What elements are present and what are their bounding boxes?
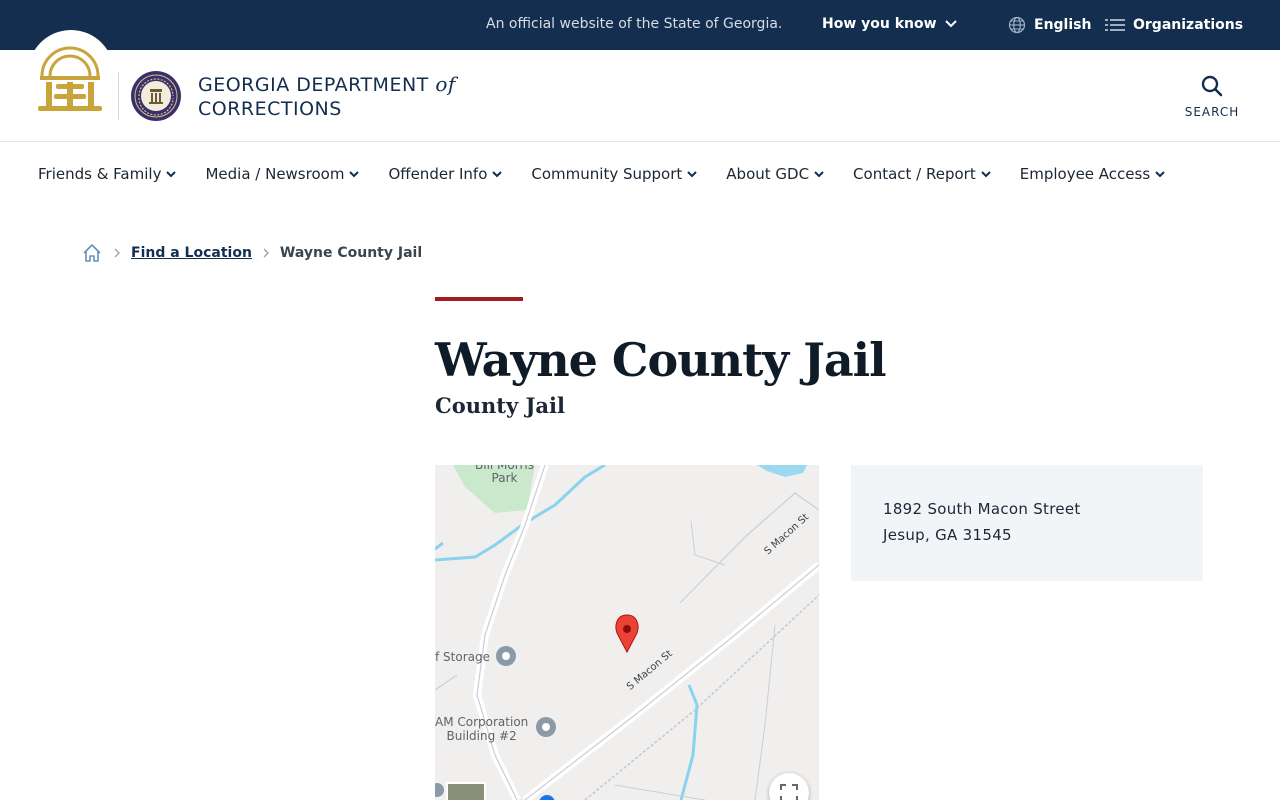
- title-accent-rule: [435, 297, 523, 301]
- chevron-down-icon: [492, 171, 503, 178]
- breadcrumb: Find a Location Wayne County Jail: [81, 241, 422, 265]
- map-fullscreen-button[interactable]: [769, 773, 809, 800]
- chevron-down-icon: [981, 171, 991, 178]
- gdc-department-seal[interactable]: [130, 70, 182, 122]
- nav-label: About GDC: [726, 165, 810, 183]
- nav-offender-info[interactable]: Offender Info: [388, 165, 503, 183]
- logo-divider: [118, 72, 119, 120]
- georgia-state-seal-logo[interactable]: [36, 40, 104, 116]
- nav-label: Employee Access: [1019, 165, 1151, 183]
- dept-name-line2: CORRECTIONS: [198, 98, 342, 120]
- list-icon: [1105, 19, 1125, 31]
- search-icon: [1201, 75, 1223, 97]
- fullscreen-icon: [780, 784, 798, 800]
- nav-label: Contact / Report: [853, 165, 976, 183]
- page-subtitle: County Jail: [435, 393, 565, 418]
- chevron-down-icon: [166, 171, 177, 178]
- chevron-right-icon: [114, 248, 120, 258]
- corporation-poi-icon: [536, 717, 556, 737]
- organizations-label: Organizations: [1133, 17, 1244, 33]
- nav-label: Media / Newsroom: [205, 165, 345, 183]
- location-map[interactable]: Bill Morris Park f Storage AM Corporatio…: [435, 465, 819, 800]
- nav-about-gdc[interactable]: About GDC: [726, 165, 825, 183]
- language-label: English: [1034, 17, 1092, 33]
- main-navigation: Friends & Family Media / Newsroom Offend…: [38, 160, 1166, 188]
- chevron-down-icon: [349, 171, 360, 178]
- nav-community-support[interactable]: Community Support: [531, 165, 698, 183]
- department-name[interactable]: GEORGIA DEPARTMENT of CORRECTIONS: [198, 72, 456, 121]
- chevron-right-icon: [263, 248, 269, 258]
- home-icon[interactable]: [81, 242, 103, 264]
- storage-poi-icon: [496, 646, 516, 666]
- map-label-corporation: AM Corporation Building #2: [435, 715, 529, 743]
- search-button[interactable]: SEARCH: [1178, 72, 1246, 124]
- search-label: SEARCH: [1184, 105, 1240, 119]
- address-card: 1892 South Macon Street Jesup, GA 31545: [851, 465, 1203, 581]
- map-label-storage: f Storage: [435, 650, 490, 664]
- map-base-layer: [435, 465, 819, 800]
- nav-media-newsroom[interactable]: Media / Newsroom: [205, 165, 360, 183]
- map-label-park: Bill Morris Park: [475, 465, 534, 485]
- language-selector[interactable]: English: [1008, 15, 1091, 35]
- nav-employee-access[interactable]: Employee Access: [1020, 165, 1166, 183]
- address-line2: Jesup, GA 31545: [883, 526, 1012, 544]
- dept-name-line1: GEORGIA DEPARTMENT: [198, 74, 429, 96]
- chevron-down-icon: [1155, 171, 1165, 178]
- nav-friends-family[interactable]: Friends & Family: [38, 165, 177, 183]
- nav-contact-report[interactable]: Contact / Report: [853, 165, 992, 183]
- nav-label: Friends & Family: [38, 165, 162, 183]
- chevron-down-icon: [687, 171, 697, 178]
- breadcrumb-find-location-link[interactable]: Find a Location: [131, 245, 252, 261]
- organizations-menu[interactable]: Organizations: [1105, 15, 1243, 35]
- chevron-down-icon: [814, 171, 824, 178]
- site-header: [0, 50, 1280, 142]
- dept-name-of: of: [435, 72, 456, 96]
- nav-label: Community Support: [531, 165, 683, 183]
- official-banner: An official website of the State of Geor…: [0, 0, 1280, 50]
- official-site-text: An official website of the State of Geor…: [486, 16, 783, 32]
- address-line1: 1892 South Macon Street: [883, 500, 1081, 518]
- page-title: Wayne County Jail: [435, 333, 887, 387]
- globe-icon: [1008, 16, 1026, 34]
- location-pin-icon: [615, 614, 639, 654]
- breadcrumb-current: Wayne County Jail: [279, 245, 423, 261]
- nav-label: Offender Info: [388, 165, 488, 183]
- chevron-down-icon[interactable]: [944, 16, 958, 30]
- how-you-know-toggle[interactable]: How you know: [822, 16, 937, 32]
